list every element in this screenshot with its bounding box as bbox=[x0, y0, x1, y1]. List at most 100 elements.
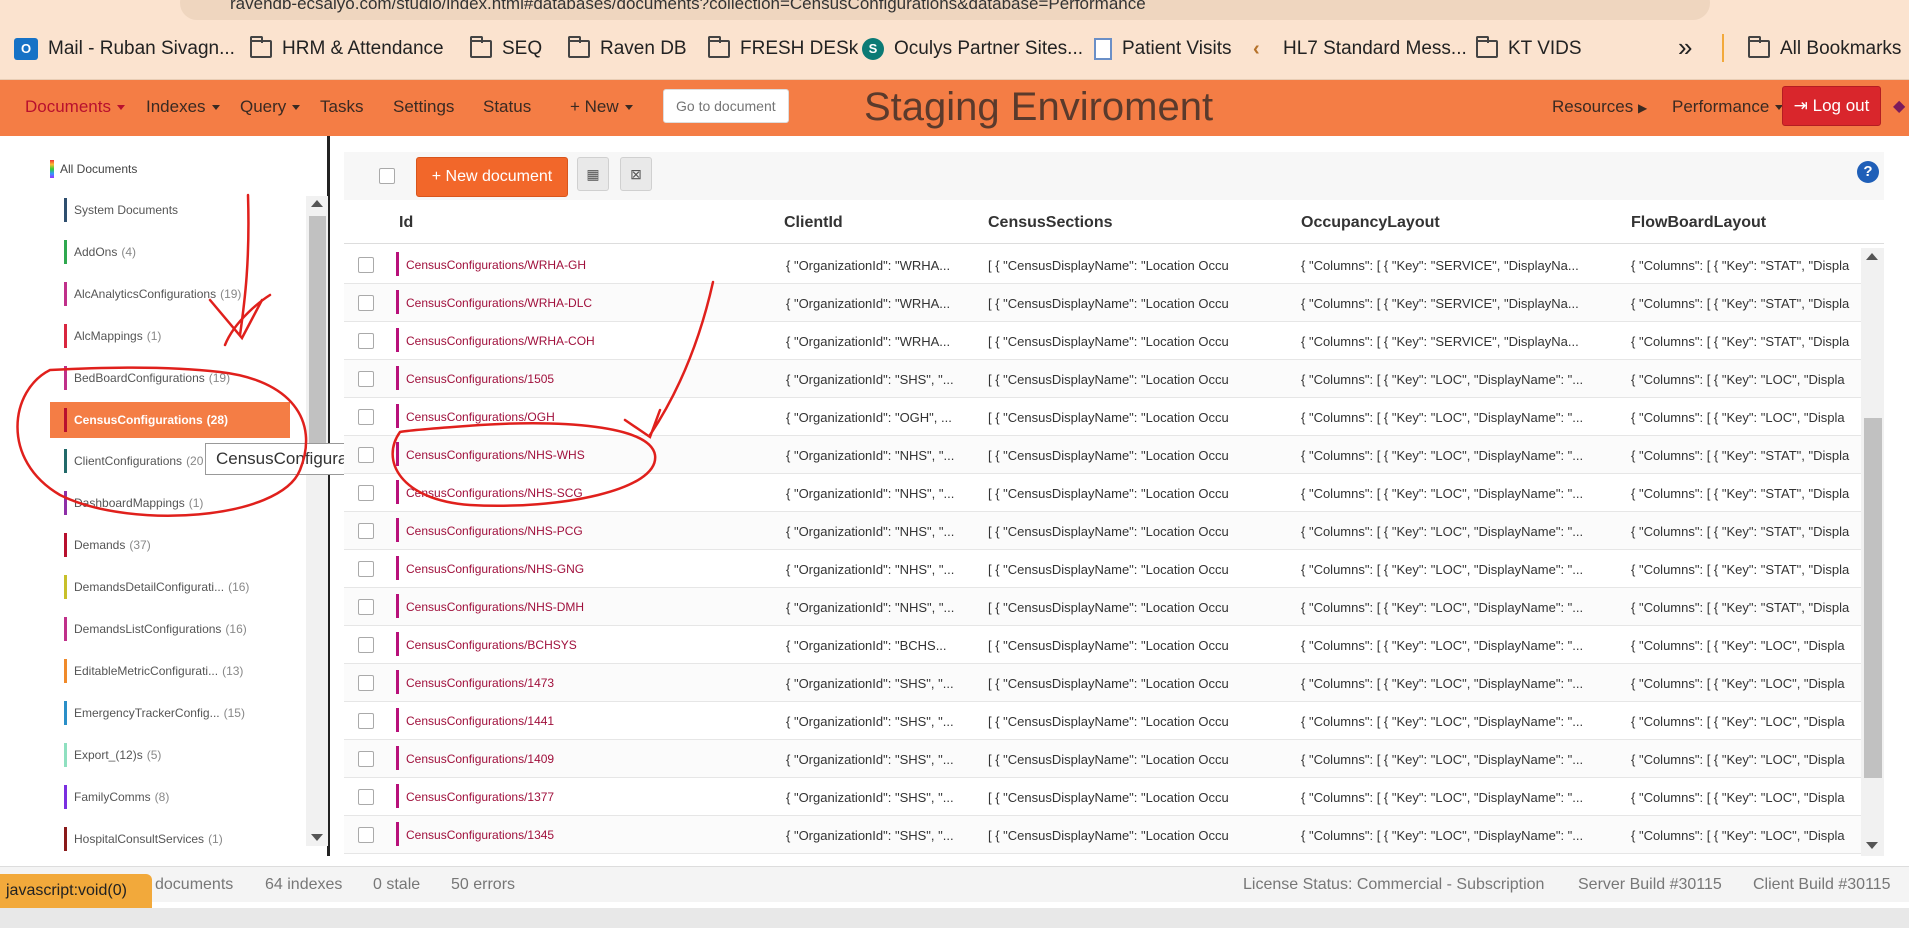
sidebar-item-collection[interactable]: BedBoardConfigurations (19) bbox=[64, 364, 290, 392]
row-checkbox[interactable] bbox=[358, 523, 374, 539]
document-id-link[interactable]: CensusConfigurations/WRHA-GH bbox=[406, 258, 586, 272]
nav-new[interactable]: + New bbox=[570, 97, 633, 117]
table-row[interactable]: CensusConfigurations/1505 { "Organization… bbox=[344, 360, 1861, 398]
database-selector[interactable]: Performance bbox=[1672, 97, 1784, 117]
sidebar-item-collection[interactable]: EmergencyTrackerConfig... (15) bbox=[64, 699, 290, 727]
nav-tasks[interactable]: Tasks bbox=[320, 97, 363, 117]
address-bar-text[interactable]: ravendb-ecsalyo.com/studio/index.html#da… bbox=[230, 0, 1146, 14]
row-checkbox[interactable] bbox=[358, 485, 374, 501]
table-row[interactable]: CensusConfigurations/1473 { "Organization… bbox=[344, 664, 1861, 702]
select-all-checkbox[interactable] bbox=[379, 168, 395, 184]
indexes-count[interactable]: 64 indexes bbox=[265, 876, 342, 894]
scroll-down-icon[interactable] bbox=[1866, 842, 1878, 849]
sidebar-item-collection[interactable]: AlcAnalyticsConfigurations (19) bbox=[64, 280, 290, 308]
row-checkbox[interactable] bbox=[358, 789, 374, 805]
export-csv-button[interactable]: ⊠ bbox=[620, 157, 652, 191]
table-row[interactable]: CensusConfigurations/NHS-PCG { "Organizat… bbox=[344, 512, 1861, 550]
grid-view-button[interactable]: ▦ bbox=[577, 157, 609, 191]
table-row[interactable]: CensusConfigurations/WRHA-GH { "Organizat… bbox=[344, 246, 1861, 284]
sidebar-item-collection[interactable]: DemandsListConfigurations (16) bbox=[64, 615, 290, 643]
table-row[interactable]: CensusConfigurations/NHS-WHS { "Organizat… bbox=[344, 436, 1861, 474]
document-id-link[interactable]: CensusConfigurations/1377 bbox=[406, 790, 554, 804]
document-id-link[interactable]: CensusConfigurations/WRHA-COH bbox=[406, 334, 595, 348]
nav-documents[interactable]: Documents bbox=[25, 97, 125, 117]
nav-query[interactable]: Query bbox=[240, 97, 301, 117]
sidebar-item-collection[interactable]: System Documents bbox=[64, 196, 290, 224]
documents-count[interactable]: documents bbox=[155, 876, 233, 894]
table-row[interactable]: CensusConfigurations/NHS-GNG { "Organizat… bbox=[344, 550, 1861, 588]
sidebar-item-collection[interactable]: AlcMappings (1) bbox=[64, 322, 290, 350]
document-id-link[interactable]: CensusConfigurations/OGH bbox=[406, 410, 555, 424]
nav-resources[interactable]: Resources ▶ bbox=[1552, 97, 1647, 117]
table-row[interactable]: CensusConfigurations/1409 { "Organization… bbox=[344, 740, 1861, 778]
scroll-up-icon[interactable] bbox=[1866, 253, 1878, 260]
new-document-button[interactable]: + New document bbox=[416, 157, 568, 197]
row-checkbox[interactable] bbox=[358, 637, 374, 653]
document-id-link[interactable]: CensusConfigurations/WRHA-DLC bbox=[406, 296, 592, 310]
document-id-link[interactable]: CensusConfigurations/1505 bbox=[406, 372, 554, 386]
column-header-censussections[interactable]: CensusSections bbox=[988, 214, 1112, 232]
bookmark-mail[interactable]: O Mail - Ruban Sivagn... bbox=[14, 38, 235, 60]
document-id-link[interactable]: CensusConfigurations/1473 bbox=[406, 676, 554, 690]
sidebar-item-collection[interactable]: Demands (37) bbox=[64, 531, 290, 559]
bookmark-hrm[interactable]: HRM & Attendance bbox=[250, 36, 444, 60]
table-row[interactable]: CensusConfigurations/NHS-DMH { "Organizat… bbox=[344, 588, 1861, 626]
bookmark-seq[interactable]: SEQ bbox=[470, 36, 542, 60]
bookmark-patient-visits[interactable]: Patient Visits bbox=[1094, 38, 1231, 60]
sidebar-scroll-thumb[interactable] bbox=[309, 216, 326, 446]
table-row[interactable]: CensusConfigurations/OGH { "OrganizationI… bbox=[344, 398, 1861, 436]
row-checkbox[interactable] bbox=[358, 257, 374, 273]
row-checkbox[interactable] bbox=[358, 751, 374, 767]
table-row[interactable]: CensusConfigurations/BCHSYS { "Organizati… bbox=[344, 626, 1861, 664]
column-header-id[interactable]: Id bbox=[399, 214, 413, 232]
nav-status[interactable]: Status bbox=[483, 97, 531, 117]
table-scroll-thumb[interactable] bbox=[1864, 418, 1882, 778]
column-header-flowboardlayout[interactable]: FlowBoardLayout bbox=[1631, 214, 1766, 232]
row-checkbox[interactable] bbox=[358, 827, 374, 843]
goto-document-input[interactable] bbox=[663, 89, 789, 123]
bookmark-ravendb[interactable]: Raven DB bbox=[568, 36, 687, 60]
column-header-occupancylayout[interactable]: OccupancyLayout bbox=[1301, 214, 1440, 232]
errors-count[interactable]: 50 errors bbox=[451, 876, 515, 894]
row-checkbox[interactable] bbox=[358, 295, 374, 311]
sidebar-item-collection[interactable]: Export_(12)s (5) bbox=[64, 741, 290, 769]
row-checkbox[interactable] bbox=[358, 409, 374, 425]
bookmark-hl7[interactable]: ‹ HL7 Standard Mess... bbox=[1253, 38, 1467, 60]
row-checkbox[interactable] bbox=[358, 675, 374, 691]
document-id-link[interactable]: CensusConfigurations/NHS-GNG bbox=[406, 562, 584, 576]
row-checkbox[interactable] bbox=[358, 371, 374, 387]
sidebar-item-collection[interactable]: FamilyComms (8) bbox=[64, 783, 290, 811]
document-id-link[interactable]: CensusConfigurations/NHS-WHS bbox=[406, 448, 585, 462]
sidebar-item-collection[interactable]: DashboardMappings (1) bbox=[64, 489, 290, 517]
document-id-link[interactable]: CensusConfigurations/1345 bbox=[406, 828, 554, 842]
all-documents-item[interactable]: All Documents bbox=[50, 160, 137, 178]
document-id-link[interactable]: CensusConfigurations/BCHSYS bbox=[406, 638, 577, 652]
sidebar-item-collection[interactable]: EditableMetricConfigurati... (13) bbox=[64, 657, 290, 685]
help-icon[interactable]: ? bbox=[1857, 161, 1879, 183]
more-bookmarks-button[interactable]: » bbox=[1678, 32, 1692, 63]
nav-settings[interactable]: Settings bbox=[393, 97, 454, 117]
table-row[interactable]: CensusConfigurations/WRHA-DLC { "Organiza… bbox=[344, 284, 1861, 322]
document-id-link[interactable]: CensusConfigurations/NHS-DMH bbox=[406, 600, 584, 614]
scroll-up-icon[interactable] bbox=[311, 200, 323, 207]
table-row[interactable]: CensusConfigurations/NHS-SCG { "Organizat… bbox=[344, 474, 1861, 512]
document-id-link[interactable]: CensusConfigurations/NHS-SCG bbox=[406, 486, 583, 500]
sidebar-item-collection[interactable]: HospitalConsultServices (1) bbox=[64, 825, 290, 853]
table-row[interactable]: CensusConfigurations/1441 { "Organization… bbox=[344, 702, 1861, 740]
sidebar-item-collection[interactable]: CensusConfigurations (28) bbox=[50, 402, 290, 438]
row-checkbox[interactable] bbox=[358, 447, 374, 463]
document-id-link[interactable]: CensusConfigurations/1441 bbox=[406, 714, 554, 728]
all-bookmarks[interactable]: All Bookmarks bbox=[1748, 36, 1901, 60]
table-row[interactable]: CensusConfigurations/WRHA-COH { "Organiza… bbox=[344, 322, 1861, 360]
nav-indexes[interactable]: Indexes bbox=[146, 97, 220, 117]
sidebar-item-collection[interactable]: DemandsDetailConfigurati... (16) bbox=[64, 573, 290, 601]
sidebar-item-collection[interactable]: AddOns (4) bbox=[64, 238, 290, 266]
stale-count[interactable]: 0 stale bbox=[373, 876, 420, 894]
scroll-down-icon[interactable] bbox=[311, 834, 323, 841]
table-row[interactable]: CensusConfigurations/1377 { "Organization… bbox=[344, 778, 1861, 816]
table-row[interactable]: CensusConfigurations/1345 { "Organization… bbox=[344, 816, 1861, 854]
logout-button[interactable]: ⇥ Log out bbox=[1782, 86, 1881, 126]
row-checkbox[interactable] bbox=[358, 713, 374, 729]
row-checkbox[interactable] bbox=[358, 561, 374, 577]
column-header-clientid[interactable]: ClientId bbox=[784, 214, 843, 232]
